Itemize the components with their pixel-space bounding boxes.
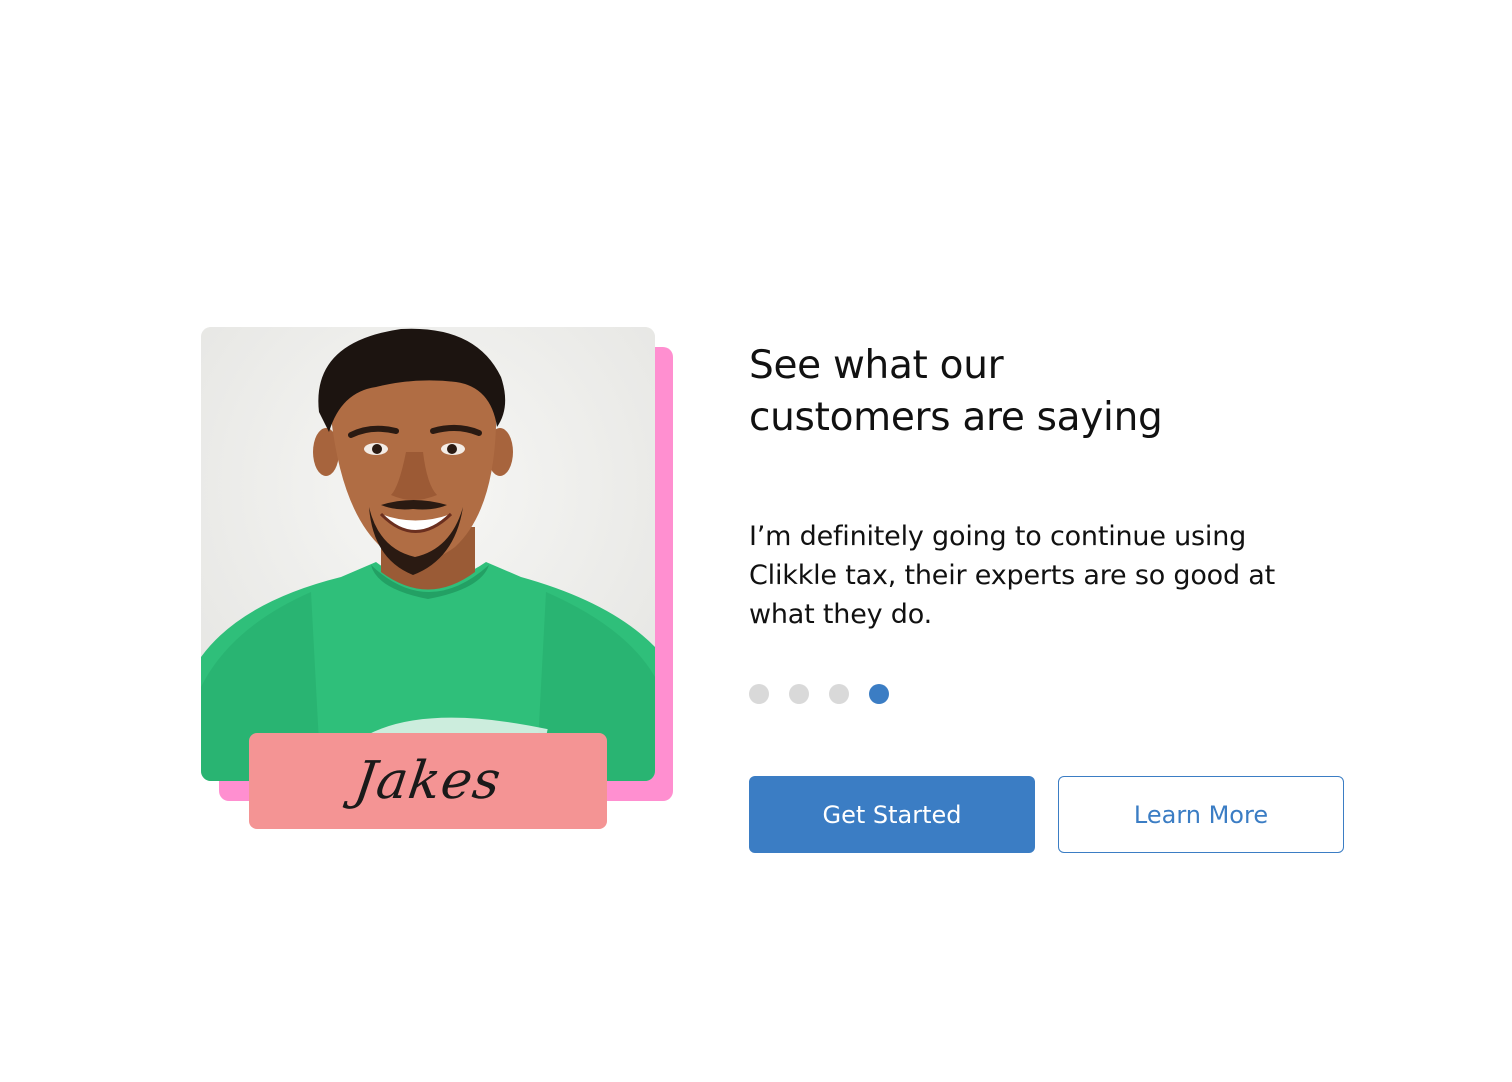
section-heading: See what our customers are saying [749,340,1309,444]
carousel-dots [749,684,889,704]
get-started-button[interactable]: Get Started [749,776,1035,853]
customer-portrait-icon [201,327,655,781]
carousel-dot-2[interactable] [789,684,809,704]
customer-name-tag: Jakes [249,733,607,829]
customer-name: Jakes [350,751,506,811]
learn-more-button[interactable]: Learn More [1058,776,1344,853]
testimonial-section: Jakes See what our customers are saying … [0,0,1512,1082]
carousel-dot-1[interactable] [749,684,769,704]
testimonial-quote: I’m definitely going to continue using C… [749,521,1276,630]
heading-line-1: See what our [749,343,1004,388]
customer-photo [201,327,655,781]
carousel-dot-4[interactable] [869,684,889,704]
carousel-dot-3[interactable] [829,684,849,704]
heading-line-2: customers are saying [749,395,1163,440]
